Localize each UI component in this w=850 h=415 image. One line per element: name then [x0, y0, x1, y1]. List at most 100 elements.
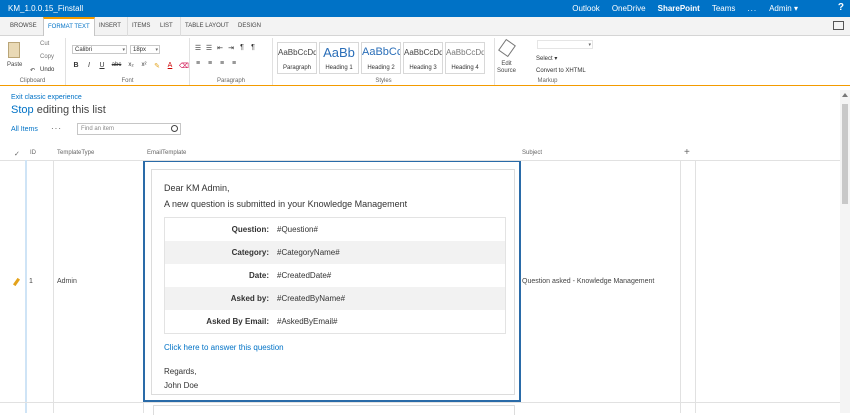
next-row-editor[interactable]	[153, 405, 515, 415]
style-heading-1[interactable]: AaBb Heading 1	[319, 42, 359, 74]
answer-question-link[interactable]: Click here to answer this question	[164, 343, 284, 352]
asked-by-email-label: Asked By Email:	[206, 317, 269, 326]
exit-classic-link[interactable]: Exit classic experience	[11, 94, 82, 101]
help-icon[interactable]: ?	[838, 2, 844, 13]
tab-items[interactable]: ITEMS	[127, 17, 154, 36]
search-icon[interactable]	[171, 125, 178, 132]
edit-source-button[interactable]: Edit Source	[497, 61, 516, 75]
email-template-content[interactable]: Dear KM Admin, A new question is submitt…	[151, 169, 515, 395]
paste-icon[interactable]	[8, 42, 20, 58]
grid-col-line	[695, 160, 696, 413]
markup-styles-select[interactable]	[537, 40, 593, 49]
paste-button[interactable]: Paste	[7, 62, 22, 68]
superscript-button[interactable]: x²	[140, 62, 148, 70]
align-center-icon[interactable]: ≡	[206, 60, 214, 67]
question-value: #Question#	[277, 225, 318, 234]
question-label: Question:	[231, 225, 269, 234]
style-heading-3-sample: AaBbCcDd	[404, 48, 442, 57]
column-template-type[interactable]: TemplateType	[57, 150, 94, 156]
suite-links: Outlook OneDrive SharePoint Teams ... Ad…	[572, 4, 798, 13]
rtl-icon[interactable]: ¶	[249, 44, 257, 52]
font-size-select[interactable]: 18px	[130, 45, 160, 54]
justify-icon[interactable]: ≡	[230, 60, 238, 67]
suite-link-sharepoint[interactable]: SharePoint	[658, 4, 700, 13]
paragraph-group: ☰ ☰ ⇤ ⇥ ¶ ¶ ≡ ≡ ≡ ≡ Paragraph	[190, 38, 273, 85]
tab-browse[interactable]: BROWSE	[6, 17, 41, 36]
style-heading-4-sample: AaBbCcDd	[446, 48, 484, 57]
font-family-select[interactable]: Calibri	[72, 45, 127, 54]
view-options-button[interactable]: ···	[51, 124, 62, 133]
highlight-icon[interactable]: ✎	[153, 62, 161, 70]
strikethrough-button[interactable]: abc	[111, 62, 122, 70]
column-id[interactable]: ID	[30, 150, 36, 156]
cell-template-type[interactable]: Admin	[57, 278, 77, 285]
undo-button[interactable]: Undo	[40, 67, 54, 73]
italic-button[interactable]: I	[85, 62, 93, 70]
suite-link-teams[interactable]: Teams	[712, 4, 736, 13]
stop-editing-link[interactable]: Stop	[11, 104, 34, 116]
search-placeholder: Find an item	[81, 126, 115, 132]
bullets-icon[interactable]: ☰	[194, 44, 202, 52]
email-greeting: Dear KM Admin,	[164, 183, 230, 193]
paragraph-row-2: ≡ ≡ ≡ ≡	[194, 60, 238, 67]
select-button[interactable]: Select ▾	[536, 55, 557, 62]
cut-button[interactable]: Cut	[40, 41, 49, 47]
suite-link-outlook[interactable]: Outlook	[572, 4, 600, 13]
user-menu[interactable]: Admin ▾	[769, 4, 798, 13]
row-selection-bar	[25, 160, 27, 413]
tab-list[interactable]: LIST	[156, 17, 177, 36]
all-items-view[interactable]: All Items	[11, 126, 38, 133]
question-details-table: Question: #Question# Category: #Category…	[164, 217, 506, 334]
cell-subject[interactable]: Question asked - Knowledge Management	[522, 278, 654, 285]
style-paragraph[interactable]: AaBbCcDd Paragraph	[277, 42, 317, 74]
add-column-button[interactable]: +	[684, 147, 690, 158]
column-subject[interactable]: Subject	[522, 150, 542, 156]
style-heading-4-name: Heading 4	[451, 65, 479, 71]
numbering-icon[interactable]: ☰	[205, 44, 213, 52]
underline-button[interactable]: U	[98, 62, 106, 70]
table-row: Asked By Email: #AskedByEmail#	[165, 310, 505, 333]
scroll-up-icon[interactable]	[842, 93, 848, 97]
font-group: Calibri 18px B I U abc x₂ x² ✎ A ⌫ Font	[66, 38, 190, 85]
copy-button[interactable]: Copy	[40, 54, 54, 60]
date-value: #CreatedDate#	[277, 271, 332, 280]
style-heading-2[interactable]: AaBbCc Heading 2	[361, 42, 401, 74]
decrease-indent-icon[interactable]: ⇤	[216, 44, 224, 52]
style-heading-4[interactable]: AaBbCcDd Heading 4	[445, 42, 485, 74]
styles-group: AaBbCcDd Paragraph AaBb Heading 1 AaBbCc…	[273, 38, 495, 85]
column-email-template[interactable]: EmailTemplate	[147, 150, 186, 156]
paragraph-group-label: Paragraph	[216, 78, 246, 84]
cell-id[interactable]: 1	[29, 278, 33, 285]
font-color-icon[interactable]: A	[166, 62, 174, 70]
email-template-editor[interactable]: Dear KM Admin, A new question is submitt…	[143, 161, 521, 402]
align-left-icon[interactable]: ≡	[194, 60, 202, 67]
style-heading-1-sample: AaBb	[323, 45, 355, 60]
ltr-icon[interactable]: ¶	[238, 44, 246, 52]
page-scrollbar[interactable]	[840, 90, 850, 413]
suite-link-onedrive[interactable]: OneDrive	[612, 4, 646, 13]
tab-table-layout[interactable]: TABLE LAYOUT	[180, 17, 233, 36]
edit-source-icon[interactable]	[498, 38, 516, 58]
table-row: Question: #Question#	[165, 218, 505, 241]
tab-design[interactable]: DESIGN	[234, 17, 265, 36]
paragraph-row-1: ☰ ☰ ⇤ ⇥ ¶ ¶	[194, 44, 257, 52]
email-signature: John Doe	[164, 381, 199, 390]
search-input[interactable]: Find an item	[77, 123, 181, 135]
site-title[interactable]: KM_1.0.0.15_Finstall	[8, 4, 83, 13]
convert-xhtml-button[interactable]: Convert to XHTML	[536, 68, 586, 74]
increase-indent-icon[interactable]: ⇥	[227, 44, 235, 52]
style-heading-2-sample: AaBbCc	[362, 46, 400, 58]
style-heading-3[interactable]: AaBbCcDd Heading 3	[403, 42, 443, 74]
clear-format-icon[interactable]: ⌫	[179, 62, 189, 70]
tab-format-text[interactable]: FORMAT TEXT	[43, 17, 95, 37]
more-apps-button[interactable]: ...	[747, 4, 757, 13]
select-all-checkbox[interactable]: ✓	[14, 150, 20, 158]
edit-source-label-2: Source	[497, 68, 517, 74]
focus-mode-icon[interactable]	[833, 21, 844, 30]
tab-insert[interactable]: INSERT	[95, 17, 125, 36]
align-right-icon[interactable]: ≡	[218, 60, 226, 67]
subscript-button[interactable]: x₂	[127, 62, 135, 70]
bold-button[interactable]: B	[72, 62, 80, 70]
scroll-thumb[interactable]	[842, 104, 848, 204]
suite-bar: KM_1.0.0.15_Finstall Outlook OneDrive Sh…	[0, 0, 850, 17]
